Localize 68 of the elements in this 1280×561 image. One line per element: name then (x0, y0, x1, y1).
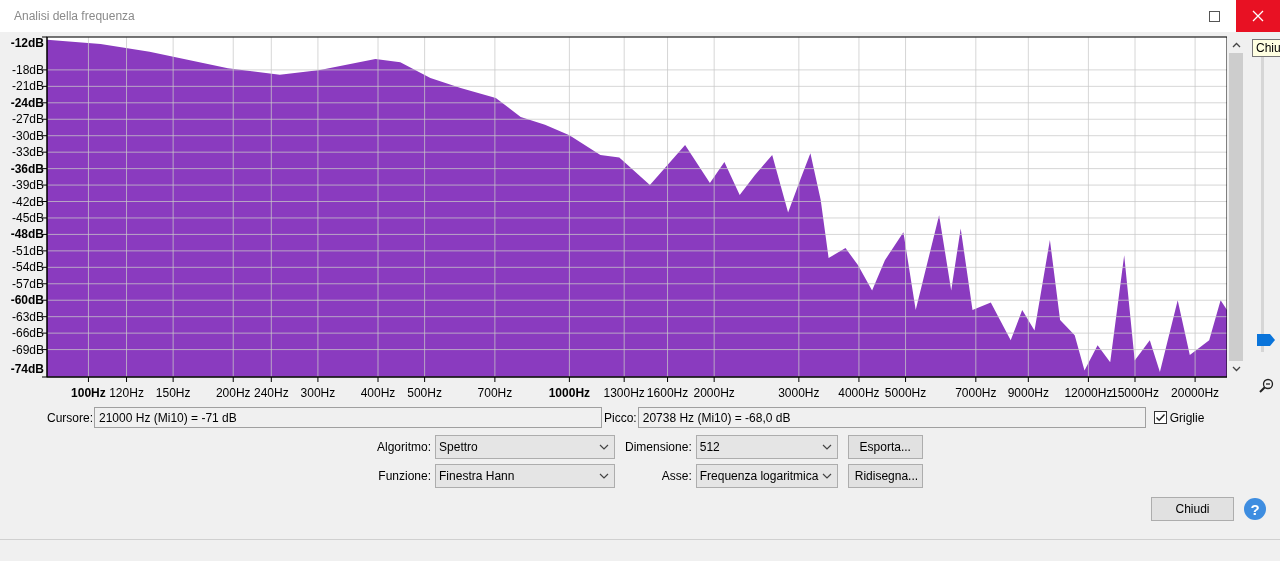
x-axis-label: 100Hz (71, 386, 106, 400)
y-axis-label: -12dB (10, 36, 44, 50)
y-axis-label: -39dB (11, 178, 44, 193)
x-axis-label: 5000Hz (884, 386, 927, 400)
x-axis-label: 500Hz (407, 386, 442, 400)
y-axis-label: -48dB (10, 227, 44, 242)
y-axis-label: -54dB (11, 260, 44, 275)
y-axis-label: -60dB (10, 293, 44, 308)
x-axis-label: 400Hz (360, 386, 396, 400)
y-axis-label: -57dB (11, 276, 44, 291)
checkbox-label: Griglie (1169, 410, 1205, 425)
field-label: Dimensione: (625, 440, 692, 454)
chevron-icon (599, 444, 610, 450)
field-label: Asse: (660, 469, 692, 483)
x-axis-label: 15000Hz (1111, 386, 1160, 400)
chevron-icon (821, 444, 832, 450)
y-axis-label: -18dB (11, 62, 44, 77)
x-axis-label: 120Hz (109, 386, 144, 400)
y-axis-label: -69dB (11, 342, 44, 357)
slider-thumb[interactable] (1257, 334, 1275, 346)
field-label: Cursore: (47, 410, 93, 425)
action-button[interactable]: Esporta... (847, 435, 923, 459)
field-label: Funzione: (377, 469, 432, 483)
dropdown[interactable]: 512 (695, 435, 838, 459)
checkbox[interactable] (1153, 411, 1167, 424)
zoom-out-icon[interactable] (1259, 378, 1274, 393)
y-axis-label: -74dB (10, 362, 44, 376)
x-axis-label: 150Hz (155, 386, 191, 400)
dropdown[interactable]: Finestra Hann (435, 464, 616, 488)
x-axis-label: 20000Hz (1171, 386, 1220, 400)
x-axis-label: 9000Hz (1007, 386, 1049, 400)
close-icon (1252, 10, 1264, 22)
y-axis-label: -51dB (11, 243, 44, 258)
y-axis-label: -21dB (11, 79, 44, 94)
close-dialog-button[interactable]: Chiudi (1151, 497, 1234, 521)
x-axis-label: 240Hz (253, 386, 289, 400)
peak-field[interactable]: 20738 Hz (Mi10) = -68,0 dB (637, 407, 1146, 428)
chevron-icon (599, 473, 610, 479)
x-axis-label: 300Hz (300, 386, 336, 400)
y-axis-label: -45dB (11, 210, 44, 225)
window-title: Analisi della frequenza (14, 9, 135, 23)
y-axis-label: -30dB (11, 128, 44, 143)
chevron-icon (821, 473, 832, 479)
y-axis-label: -66dB (11, 326, 44, 341)
action-button[interactable]: Ridisegna... (847, 464, 923, 488)
x-axis-label: 7000Hz (955, 386, 997, 400)
y-axis-label: -33dB (11, 145, 44, 160)
y-axis-label: -63dB (11, 309, 44, 324)
dropdown[interactable]: Spettro (435, 435, 616, 459)
x-axis-label: 1600Hz (646, 386, 689, 400)
x-axis-label: 4000Hz (838, 386, 880, 400)
field-label: Algoritmo: (377, 440, 432, 454)
x-axis-label: 1300Hz (603, 386, 645, 400)
maximize-icon (1208, 10, 1220, 22)
x-axis-label: 2000Hz (693, 386, 735, 400)
x-axis-label: 700Hz (477, 386, 513, 400)
x-axis-label: 12000Hz (1064, 386, 1113, 400)
x-axis-label: 200Hz (215, 386, 251, 400)
dropdown[interactable]: Frequenza logaritmica (695, 464, 838, 488)
y-axis-label: -36dB (10, 161, 44, 176)
x-axis-label: 3000Hz (778, 386, 820, 400)
y-axis-label: -24dB (10, 95, 44, 110)
tooltip: Chiu (1252, 39, 1280, 57)
field-label: Picco: (604, 410, 637, 425)
y-axis-label: -42dB (11, 194, 44, 209)
x-axis-label: 1000Hz (548, 386, 591, 400)
cursor-field[interactable]: 21000 Hz (Mi10) = -71 dB (94, 407, 602, 428)
y-axis-label: -27dB (11, 112, 44, 127)
